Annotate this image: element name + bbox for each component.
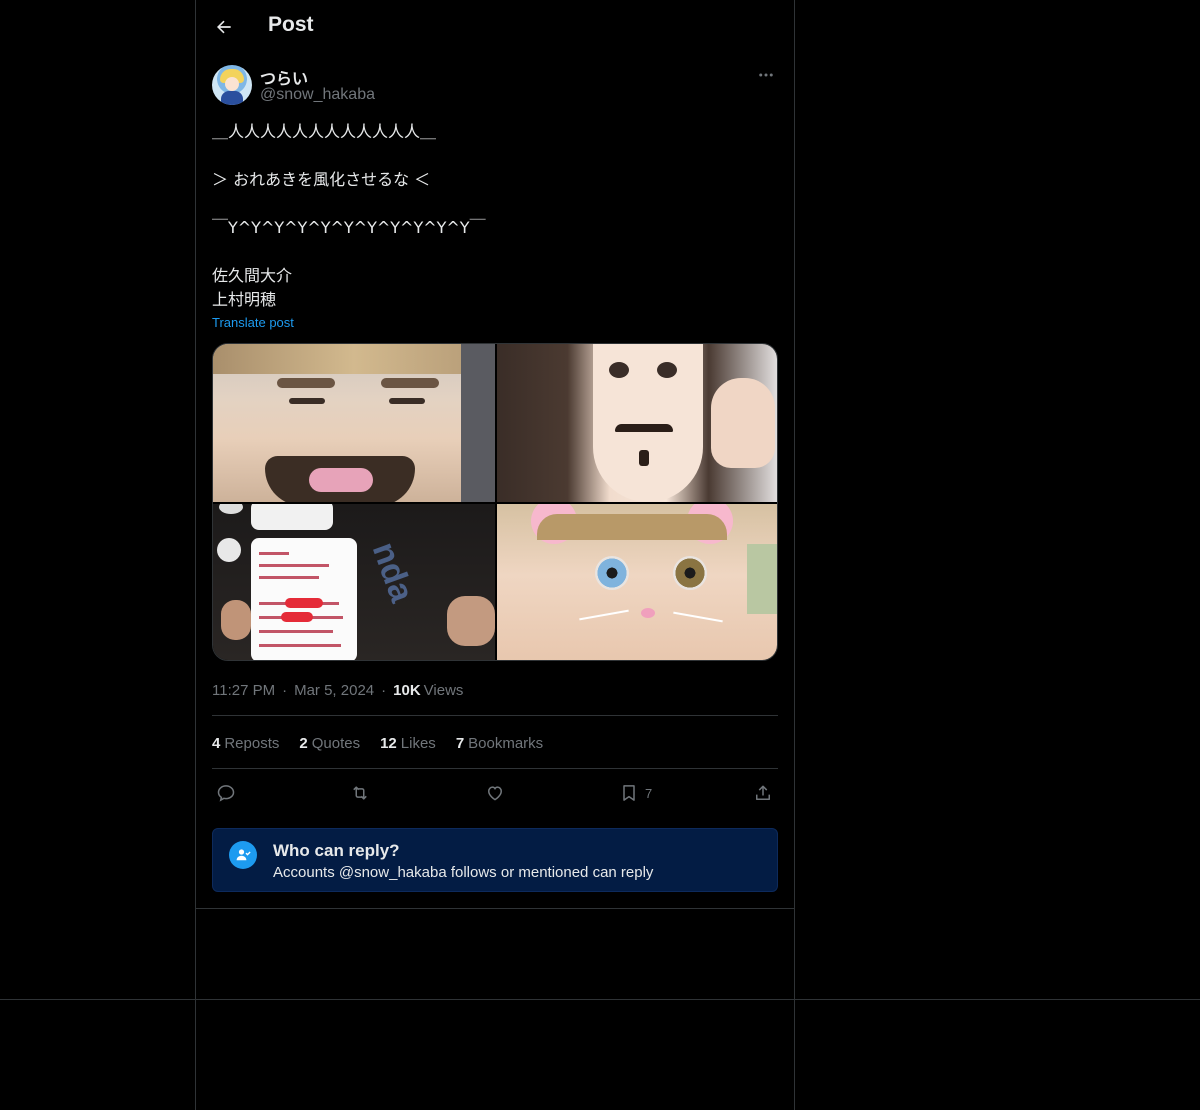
repost-icon xyxy=(353,786,367,800)
media-photo-4[interactable] xyxy=(497,504,777,660)
action-bar: 7 xyxy=(212,780,778,806)
divider xyxy=(212,715,778,716)
post-text-line: ＿人人人人人人人人人人人人＿ xyxy=(212,122,437,141)
back-button[interactable] xyxy=(208,10,240,44)
top-bar: Post xyxy=(196,0,794,53)
post-author: つらい @snow_hakaba xyxy=(212,64,778,108)
reply-button[interactable] xyxy=(216,780,236,806)
reply-restriction-subtitle: Accounts @snow_hakaba follows or mention… xyxy=(273,864,654,881)
repost-button[interactable] xyxy=(350,780,370,806)
post-stats: 4 Reposts 2 Quotes 12 Likes 7 Bookmarks xyxy=(212,732,563,754)
column-border-left xyxy=(195,0,196,1110)
views-label: Views xyxy=(423,681,464,699)
post-meta: 11:27 PM · Mar 5, 2024 · 10K Views xyxy=(212,681,464,699)
author-handle[interactable]: @snow_hakaba xyxy=(260,86,375,104)
post-text-gap xyxy=(212,192,778,216)
more-icon xyxy=(759,73,773,77)
divider xyxy=(212,768,778,769)
post-text: ＿人人人人人人人人人人人人＿ ＞ おれあきを風化させるな ＜ ￣Y^Y^Y^Y^… xyxy=(212,120,778,312)
bookmark-count: 7 xyxy=(645,785,653,801)
post-text-gap xyxy=(212,144,778,168)
post-text-line: ＞ おれあきを風化させるな ＜ xyxy=(212,170,431,189)
post-time[interactable]: 11:27 PM xyxy=(212,682,275,699)
reposts-stat[interactable]: 4 Reposts xyxy=(212,735,279,752)
reply-icon xyxy=(217,785,235,802)
person-check-icon xyxy=(229,841,257,869)
likes-stat[interactable]: 12 Likes xyxy=(380,735,436,752)
translate-post-link[interactable]: Translate post xyxy=(212,315,294,330)
like-icon xyxy=(487,786,503,801)
back-arrow-icon xyxy=(217,20,231,34)
bookmarks-stat[interactable]: 7 Bookmarks xyxy=(456,735,543,752)
post-text-line: ￣Y^Y^Y^Y^Y^Y^Y^Y^Y^Y^Y￣ xyxy=(212,218,486,237)
media-grid: nda xyxy=(212,343,778,661)
post-text-line: 上村明穂 xyxy=(212,290,277,309)
more-button[interactable] xyxy=(754,64,778,86)
media-photo-2[interactable] xyxy=(497,344,777,502)
column-border-right xyxy=(794,0,795,1110)
page-title: Post xyxy=(268,13,314,36)
reply-restriction-banner: Who can reply? Accounts @snow_hakaba fol… xyxy=(212,828,778,892)
bookmark-icon xyxy=(623,785,635,801)
post-text-line: 佐久間大介 xyxy=(212,266,293,285)
views-count: 10K xyxy=(393,681,421,699)
share-button[interactable] xyxy=(753,780,773,806)
quotes-stat[interactable]: 2 Quotes xyxy=(299,735,360,752)
media-photo-3[interactable]: nda xyxy=(213,504,495,660)
section-divider xyxy=(0,999,1200,1000)
avatar[interactable] xyxy=(212,65,252,105)
like-button[interactable] xyxy=(485,780,505,806)
share-icon xyxy=(756,785,770,800)
post-date[interactable]: Mar 5, 2024 xyxy=(294,682,374,699)
reply-restriction-title: Who can reply? xyxy=(273,841,400,860)
media-photo-1[interactable] xyxy=(213,344,495,502)
post-text-gap xyxy=(212,240,778,264)
post-bottom-border xyxy=(196,908,794,909)
bookmark-button[interactable]: 7 xyxy=(619,780,652,806)
